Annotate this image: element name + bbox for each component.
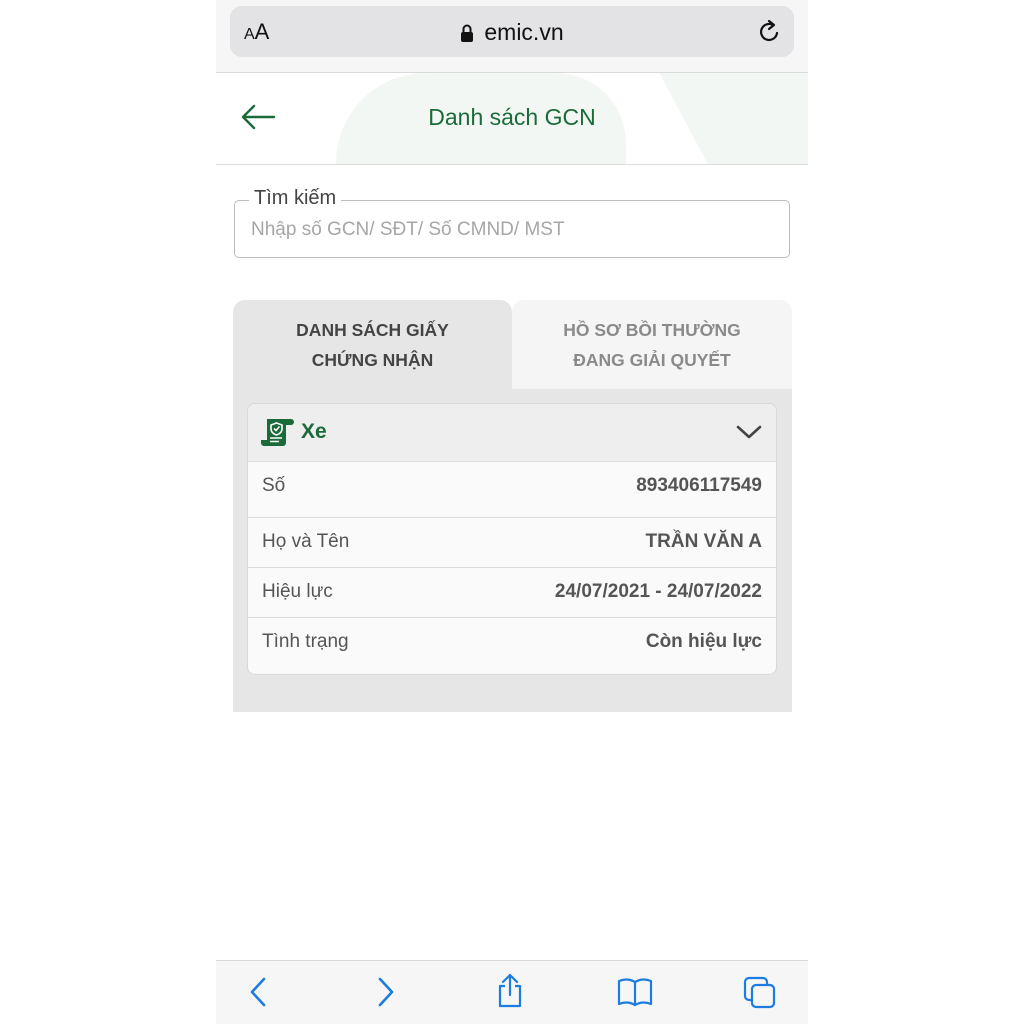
detail-row-status: Tình trạng Còn hiệu lực: [248, 617, 776, 667]
detail-label: Hiệu lực: [262, 581, 333, 602]
detail-label: Họ và Tên: [262, 531, 350, 552]
tab-certificate-list[interactable]: DANH SÁCH GIẤY CHỨNG NHẬN: [233, 300, 512, 389]
tab-claims-in-progress[interactable]: HỒ SƠ BỒI THƯỜNG ĐANG GIẢI QUYẾT: [512, 300, 792, 389]
address-bar[interactable]: AA emic.vn: [230, 6, 794, 57]
phone-screen: AA emic.vn Danh sách GCN Tìm kiếm DANH: [216, 0, 808, 1024]
page-title: Danh sách GCN: [428, 104, 596, 130]
url-text: emic.vn: [484, 19, 564, 45]
detail-value: TRẦN VĂN A: [645, 531, 762, 552]
search-input[interactable]: [249, 213, 773, 247]
card-header[interactable]: Xe: [248, 404, 776, 461]
certificate-card: Xe Số 893406117549 Họ và Tên TRẦN VĂN A …: [247, 403, 777, 675]
card-title: Xe: [301, 420, 327, 443]
tabs-icon[interactable]: [743, 976, 777, 1010]
tab-claims-line1: HỒ SƠ BỒI THƯỜNG: [563, 319, 741, 340]
app-header: Danh sách GCN: [216, 73, 808, 165]
search-box[interactable]: Tìm kiếm: [234, 187, 790, 258]
browser-top-bar: AA emic.vn: [216, 0, 808, 73]
tab-bar: DANH SÁCH GIẤY CHỨNG NHẬN HỒ SƠ BỒI THƯỜN…: [233, 300, 792, 389]
reload-icon[interactable]: [756, 18, 782, 46]
book-icon[interactable]: [617, 977, 653, 1007]
tab-certificate-list-line1: DANH SÁCH GIẤY: [296, 319, 449, 340]
detail-label: Tình trạng: [262, 631, 349, 652]
detail-value: Còn hiệu lực: [645, 631, 762, 652]
tab-claims-line2: ĐANG GIẢI QUYẾT: [573, 349, 731, 370]
detail-value: 24/07/2021 - 24/07/2022: [554, 581, 762, 602]
certificate-icon: [261, 419, 294, 446]
share-icon[interactable]: [495, 973, 525, 1009]
lock-icon: [461, 24, 474, 42]
detail-value: 893406117549: [636, 475, 762, 496]
chevron-right-icon[interactable]: [376, 975, 396, 1009]
url-display[interactable]: emic.vn: [230, 19, 794, 46]
detail-row-number: Số 893406117549: [248, 461, 776, 511]
tab-certificate-list-line2: CHỨNG NHẬN: [311, 349, 434, 370]
detail-row-name: Họ và Tên TRẦN VĂN A: [248, 517, 776, 567]
chevron-left-icon[interactable]: [248, 975, 268, 1009]
browser-bottom-toolbar: [216, 960, 808, 1024]
tab-panel: Xe Số 893406117549 Họ và Tên TRẦN VĂN A …: [233, 389, 792, 712]
detail-row-validity: Hiệu lực 24/07/2021 - 24/07/2022: [248, 567, 776, 617]
search-label: Tìm kiếm: [249, 187, 342, 210]
chevron-down-icon[interactable]: [736, 424, 762, 440]
detail-label: Số: [262, 475, 286, 496]
